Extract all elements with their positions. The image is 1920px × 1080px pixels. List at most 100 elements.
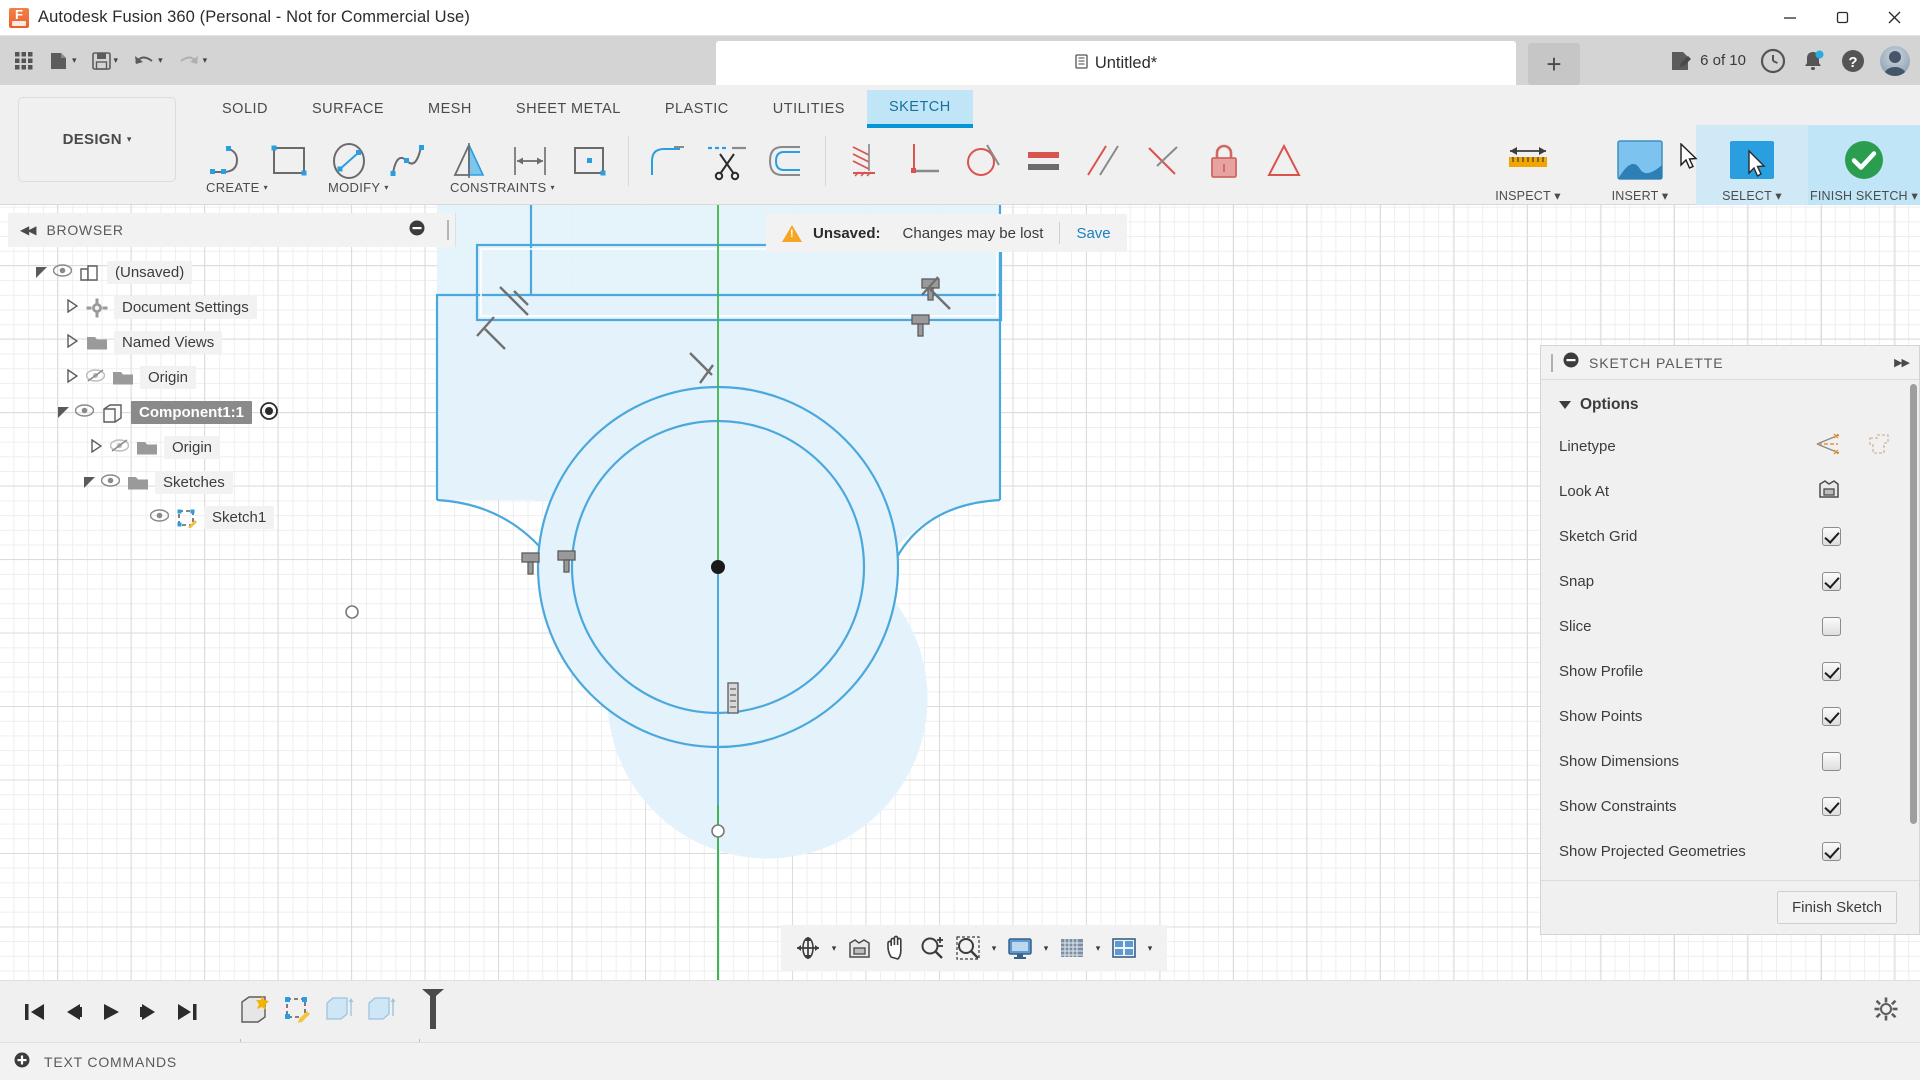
show-points-checkbox[interactable] (1822, 707, 1841, 726)
text-commands-bar[interactable]: TEXT COMMANDS (0, 1042, 1920, 1080)
centerline-icon[interactable] (1867, 433, 1891, 460)
grid-snap-caret-icon[interactable]: ▾ (1091, 943, 1105, 954)
redo-caret[interactable]: ▾ (203, 56, 208, 65)
save-icon[interactable]: ▾ (85, 41, 125, 81)
tree-row-document-settings[interactable]: Document Settings (8, 290, 456, 325)
tab-sheet-metal[interactable]: SHEET METAL (494, 90, 643, 128)
browser-resize-grip[interactable] (447, 220, 449, 240)
step-back-icon[interactable] (54, 989, 92, 1035)
expander-closed-icon[interactable] (66, 299, 78, 317)
eye-visible-icon-3[interactable] (101, 474, 120, 491)
eye-visible-icon-4[interactable] (150, 509, 169, 526)
play-icon[interactable] (92, 989, 130, 1035)
tree-row-origin-child[interactable]: Origin (8, 430, 456, 465)
group-label-create[interactable]: CREATE ▾ (206, 180, 268, 195)
document-tab[interactable]: Untitled* (716, 41, 1516, 85)
rectangle-icon[interactable] (260, 128, 320, 194)
grid-snap-icon[interactable] (1055, 929, 1089, 967)
new-component-icon[interactable] (238, 994, 272, 1029)
bell-icon[interactable] (1800, 48, 1826, 74)
tab-plastic[interactable]: PLASTIC (643, 90, 751, 128)
inspect-button[interactable]: INSPECT ▾ (1472, 125, 1584, 205)
fix-lock-icon[interactable] (1194, 128, 1254, 194)
trial-status[interactable]: 6 of 10 (1669, 50, 1746, 72)
expander-closed-icon-4[interactable] (90, 439, 102, 457)
viewports-icon[interactable] (1107, 929, 1141, 967)
expander-open-icon-2[interactable] (58, 407, 69, 418)
save-link[interactable]: Save (1076, 225, 1110, 242)
step-forward-icon[interactable] (130, 989, 168, 1035)
extrude2-feature-icon[interactable] (364, 994, 398, 1029)
jump-end-icon[interactable] (168, 989, 206, 1035)
app-grid-icon[interactable] (8, 41, 40, 81)
sketch-feature-icon[interactable] (280, 994, 314, 1029)
coincident-icon[interactable] (834, 128, 894, 194)
spline-icon[interactable] (380, 128, 440, 194)
eye-visible-icon[interactable] (53, 264, 72, 281)
look-at-nav-icon[interactable] (843, 929, 877, 967)
group-label-constraints[interactable]: CONSTRAINTS ▾ (450, 180, 555, 195)
eye-visible-icon-2[interactable] (75, 404, 94, 421)
close-button[interactable] (1868, 0, 1920, 36)
palette-drag-grip[interactable] (1551, 354, 1553, 372)
new-document-icon[interactable]: ▾ (42, 41, 83, 81)
finish-sketch-button[interactable]: FINISH SKETCH ▾ (1808, 125, 1920, 205)
look-at-icon[interactable] (1817, 478, 1841, 505)
tree-row-sketches[interactable]: Sketches (8, 465, 456, 500)
minimize-button[interactable] (1764, 0, 1816, 36)
timeline-settings-gear-icon[interactable] (1874, 997, 1898, 1026)
expander-closed-icon-2[interactable] (66, 334, 78, 352)
display-settings-caret-icon[interactable]: ▾ (1039, 943, 1053, 954)
offset-icon[interactable] (757, 128, 817, 194)
expander-open-icon[interactable] (36, 267, 47, 278)
user-avatar[interactable] (1880, 46, 1910, 76)
save-caret[interactable]: ▾ (114, 56, 119, 65)
timeline-marker-icon[interactable] (420, 987, 446, 1036)
slice-checkbox[interactable] (1822, 617, 1841, 636)
group-label-modify[interactable]: MODIFY ▾ (328, 180, 389, 195)
tree-row-component1[interactable]: Component1:1 (8, 395, 456, 430)
workspace-selector[interactable]: DESIGN ▾ (18, 97, 176, 182)
tree-row-sketch1[interactable]: Sketch1 (8, 500, 456, 535)
symmetry-icon[interactable] (1254, 128, 1314, 194)
equal-icon[interactable] (1014, 128, 1074, 194)
tab-solid[interactable]: SOLID (200, 90, 290, 128)
expander-open-icon-3[interactable] (84, 477, 95, 488)
minus-circle-icon[interactable] (409, 220, 425, 241)
expander-closed-icon-3[interactable] (66, 369, 78, 387)
options-section-header[interactable]: Options (1541, 390, 1919, 424)
point-rectangle-icon[interactable] (560, 128, 620, 194)
activate-radio-icon[interactable] (260, 402, 278, 424)
tree-row-origin-root[interactable]: Origin (8, 360, 456, 395)
show-profile-checkbox[interactable] (1822, 662, 1841, 681)
zoom-window-icon[interactable] (951, 929, 985, 967)
parallel-icon[interactable] (1074, 128, 1134, 194)
midpoint-icon[interactable] (1134, 128, 1194, 194)
pan-hand-icon[interactable] (879, 929, 913, 967)
select-button[interactable]: SELECT ▾ (1696, 125, 1808, 205)
undo-icon[interactable]: ▾ (126, 41, 169, 81)
undo-caret[interactable]: ▾ (158, 56, 163, 65)
snap-checkbox[interactable] (1822, 572, 1841, 591)
show-constraints-checkbox[interactable] (1822, 797, 1841, 816)
tree-row-named-views[interactable]: Named Views (8, 325, 456, 360)
eye-hidden-icon[interactable] (86, 369, 105, 386)
extrude-feature-icon[interactable] (322, 994, 356, 1029)
minus-circle-icon-2[interactable] (1563, 352, 1579, 373)
help-icon[interactable]: ? (1840, 48, 1866, 74)
show-dimensions-checkbox[interactable] (1822, 752, 1841, 771)
new-document-caret[interactable]: ▾ (72, 56, 77, 65)
sketch-grid-checkbox[interactable] (1822, 527, 1841, 546)
new-tab-button[interactable]: + (1528, 43, 1580, 85)
palette-scrollbar[interactable] (1910, 384, 1917, 824)
viewports-caret-icon[interactable]: ▾ (1143, 943, 1157, 954)
plus-circle-icon-2[interactable] (14, 1052, 30, 1071)
tab-mesh[interactable]: MESH (406, 90, 494, 128)
construction-line-icon[interactable] (1815, 433, 1841, 460)
tab-sketch[interactable]: SKETCH (867, 90, 973, 128)
jump-start-icon[interactable] (16, 989, 54, 1035)
tab-utilities[interactable]: UTILITIES (751, 90, 867, 128)
palette-finish-sketch-button[interactable]: Finish Sketch (1777, 891, 1897, 924)
tab-surface[interactable]: SURFACE (290, 90, 406, 128)
collapse-arrows-icon[interactable]: ◀◀ (20, 223, 34, 237)
